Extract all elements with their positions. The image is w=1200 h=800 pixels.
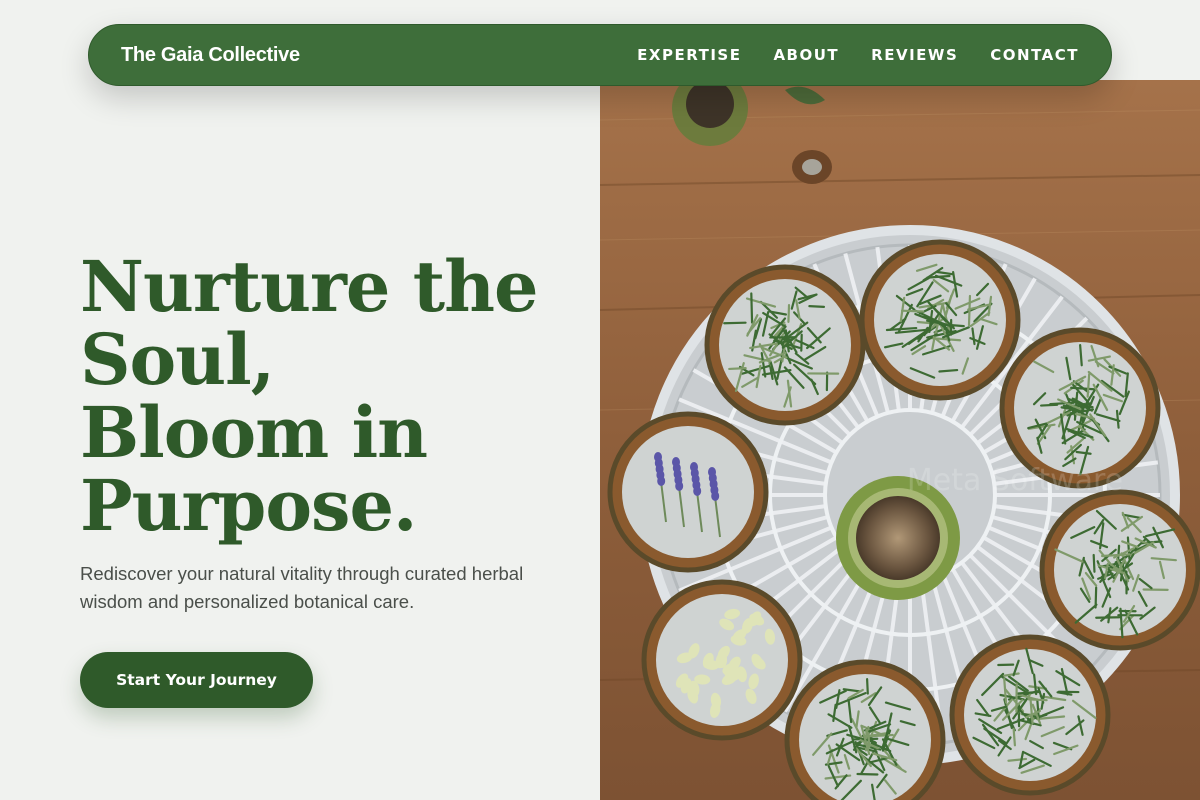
hero-subtext: Rediscover your natural vitality through… xyxy=(80,560,540,616)
nav-link-reviews[interactable]: REVIEWS xyxy=(871,46,958,64)
hero-headline: Nurture the Soul, Bloom in Purpose. xyxy=(80,250,580,542)
hero-text: Nurture the Soul, Bloom in Purpose. Redi… xyxy=(80,250,580,616)
herb-drying-tray-photo: Meta Software xyxy=(600,80,1200,800)
nav-link-expertise[interactable]: EXPERTISE xyxy=(637,46,741,64)
nav-links: EXPERTISE ABOUT REVIEWS CONTACT xyxy=(637,46,1079,64)
brand-logo[interactable]: The Gaia Collective xyxy=(121,44,300,67)
headline-line-4: Purpose. xyxy=(80,469,580,542)
nav-link-contact[interactable]: CONTACT xyxy=(990,46,1079,64)
headline-line-1: Nurture the xyxy=(80,250,580,323)
start-journey-button[interactable]: Start Your Journey xyxy=(80,652,313,708)
top-navbar: The Gaia Collective EXPERTISE ABOUT REVI… xyxy=(88,24,1112,86)
nav-link-about[interactable]: ABOUT xyxy=(773,46,839,64)
headline-line-2: Soul, xyxy=(80,323,580,396)
headline-line-3: Bloom in xyxy=(80,396,580,469)
image-watermark: Meta Software xyxy=(907,463,1123,498)
